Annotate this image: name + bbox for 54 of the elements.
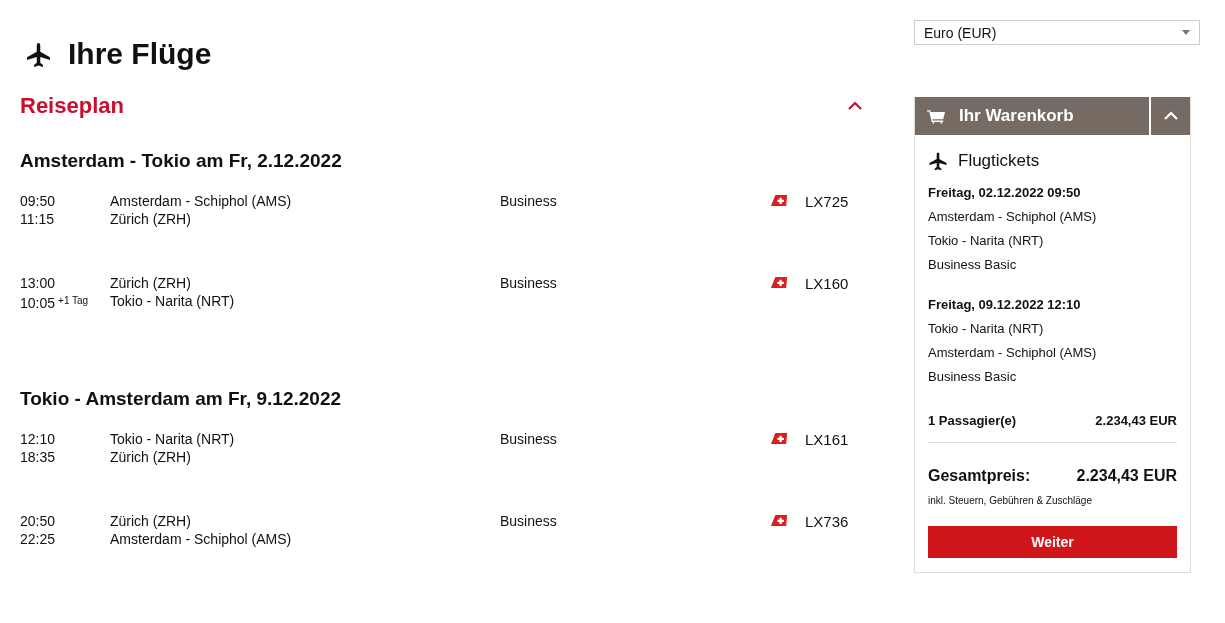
arrival-airport: Tokio - Narita (NRT) — [110, 292, 236, 310]
departure-time: 13:00 — [20, 274, 57, 292]
airline-tail-icon — [770, 514, 788, 527]
departure-airport: Amsterdam - Schiphol (AMS) — [928, 208, 1098, 226]
departure-airport: Tokio - Narita (NRT) — [928, 320, 1045, 338]
departure-time: 12:10 — [20, 430, 57, 448]
cabin-class: Business — [500, 192, 558, 210]
departure-airport: Tokio - Narita (NRT) — [110, 430, 236, 448]
departure-time: 09:50 — [20, 192, 57, 210]
arrival-time: 11:15 — [20, 211, 54, 227]
airline-tail-icon — [770, 194, 788, 207]
shopping-cart-icon — [927, 108, 945, 124]
airplane-icon — [25, 40, 52, 68]
arrival-time: 18:35 — [20, 449, 56, 465]
flight-number: LX725 — [805, 193, 849, 211]
section-title: Reiseplan — [20, 93, 124, 119]
continue-button[interactable]: Weiter — [928, 526, 1177, 558]
departure-airport: Amsterdam - Schiphol (AMS) — [110, 192, 293, 210]
total-label: Gesamtpreis: — [928, 467, 1031, 485]
arrival-airport: Tokio - Narita (NRT) — [928, 232, 1045, 250]
arrival-airport: Zürich (ZRH) — [110, 210, 192, 228]
day-offset: +1 Tag — [58, 295, 89, 306]
total-price: 2.234,43 EUR — [1076, 467, 1177, 485]
flight-number: LX160 — [805, 275, 849, 293]
arrival-airport: Amsterdam - Schiphol (AMS) — [928, 344, 1098, 362]
departure-time: 20:50 — [20, 512, 57, 530]
trip-heading: Amsterdam - Tokio am Fr, 2.12.2022 — [20, 150, 343, 172]
departure-airport: Zürich (ZRH) — [110, 274, 192, 292]
airline-tail-icon — [770, 276, 788, 289]
cabin-class: Business — [500, 512, 558, 530]
cabin-class: Business — [500, 430, 558, 448]
airplane-icon — [928, 151, 948, 171]
section-title: Flugtickets — [958, 151, 1040, 171]
fare-name: Business Basic — [928, 368, 1018, 386]
arrival-airport: Zürich (ZRH) — [110, 448, 192, 466]
currency-select[interactable]: Euro (EUR) — [914, 20, 1200, 45]
page-title: Ihre Flüge — [68, 37, 212, 71]
passenger-count: 1 Passagier(e) — [928, 413, 1017, 428]
arrival-time: 10:05 — [20, 295, 56, 311]
passenger-price: 2.234,43 EUR — [1095, 413, 1177, 428]
caret-icon — [1182, 30, 1190, 35]
departure-airport: Zürich (ZRH) — [110, 512, 192, 530]
price-note: inkl. Steuern, Gebühren & Zuschläge — [928, 495, 1093, 506]
flight-number: LX736 — [805, 513, 849, 531]
airline-tail-icon — [770, 432, 788, 445]
arrival-airport: Amsterdam - Schiphol (AMS) — [110, 530, 293, 548]
trip-heading: Tokio - Amsterdam am Fr, 9.12.2022 — [20, 388, 343, 410]
flight-date: Freitag, 09.12.2022 12:10 — [928, 296, 1082, 314]
flight-date: Freitag, 02.12.2022 09:50 — [928, 184, 1082, 202]
cabin-class: Business — [500, 274, 558, 292]
flight-number: LX161 — [805, 431, 849, 449]
cart-title: Ihr Warenkorb — [959, 106, 1074, 126]
arrival-time: 22:25 — [20, 531, 56, 547]
fare-name: Business Basic — [928, 256, 1018, 274]
